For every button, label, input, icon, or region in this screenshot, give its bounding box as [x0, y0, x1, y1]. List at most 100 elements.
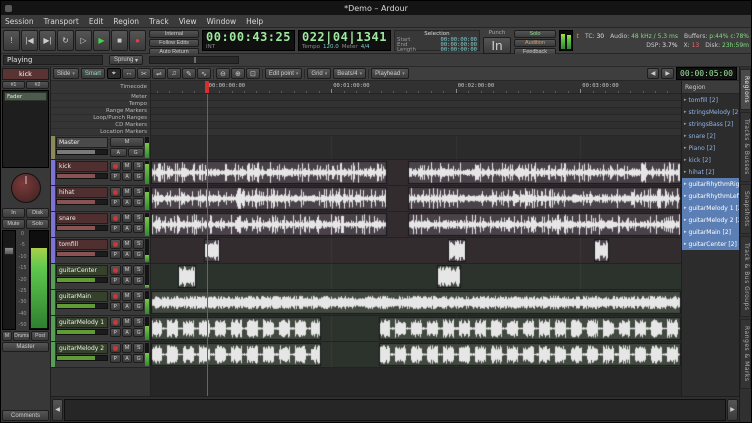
- track-s-button[interactable]: S: [133, 291, 144, 301]
- mute-button[interactable]: Mute: [2, 219, 25, 229]
- region-list-item[interactable]: ▸tomfill [2]: [682, 94, 739, 106]
- track-name-button[interactable]: tomfill: [56, 239, 108, 250]
- ruler-name-meter[interactable]: Meter: [51, 94, 150, 101]
- nudge-clock[interactable]: 00:00:05:00: [676, 67, 737, 80]
- strip-drums-button[interactable]: Drums: [13, 331, 31, 341]
- track-m-button[interactable]: M: [122, 291, 133, 301]
- track-lane[interactable]: [151, 290, 681, 315]
- clock-sync-source[interactable]: INT: [206, 44, 215, 51]
- tempo-value[interactable]: 120.0: [323, 44, 339, 51]
- menu-region[interactable]: Region: [113, 17, 139, 26]
- track-lane[interactable]: [151, 342, 681, 367]
- side-tab-ranges-marks[interactable]: Ranges & Marks: [740, 319, 751, 389]
- record-enable-button[interactable]: [110, 187, 121, 197]
- region-list-item[interactable]: ▸guitarCenter [2]: [682, 238, 739, 250]
- track-m-button[interactable]: M: [122, 239, 133, 249]
- track-p-button[interactable]: P: [110, 328, 121, 337]
- track-name-button[interactable]: hihat: [56, 187, 108, 198]
- strip-post-button[interactable]: Post: [31, 331, 49, 341]
- secondary-clock[interactable]: 022|04|1341 Tempo 120.0 Meter 4/4: [298, 30, 391, 51]
- side-tab-regions[interactable]: Regions: [740, 69, 751, 110]
- cut-tool[interactable]: ✂: [137, 68, 151, 79]
- ruler-name-range-markers[interactable]: Range Markers: [51, 108, 150, 115]
- track-gain-fader[interactable]: [56, 173, 108, 179]
- strip-m-button[interactable]: M: [2, 331, 12, 341]
- menu-track[interactable]: Track: [149, 17, 169, 26]
- track-header[interactable]: guitarMelody 2MSPAG: [51, 342, 151, 367]
- track-g-button[interactable]: G: [133, 276, 144, 285]
- main-clock[interactable]: 00:00:43:25 INT: [202, 30, 295, 51]
- track-waveform-canvas[interactable]: [151, 160, 681, 185]
- track-waveform-canvas[interactable]: [151, 136, 681, 159]
- region-list-item[interactable]: ▸guitarRhythmLeft: [682, 190, 739, 202]
- track-header[interactable]: tomfillMSPAG: [51, 238, 151, 263]
- ruler-name-loop-punch-ranges[interactable]: Loop/Punch Ranges: [51, 115, 150, 122]
- track-waveform-canvas[interactable]: [151, 342, 681, 367]
- track-header[interactable]: kickMSPAG: [51, 160, 151, 185]
- track-s-button[interactable]: S: [133, 187, 144, 197]
- play-selection-button[interactable]: ▷: [75, 30, 92, 51]
- track-m-button[interactable]: M: [122, 213, 133, 223]
- triangle-right-icon[interactable]: ▸: [684, 241, 687, 247]
- track-name-button[interactable]: guitarCenter: [56, 265, 108, 276]
- timecode-ruler[interactable]: 00:00:00:0000:01:00:0000:02:00:0000:03:0…: [151, 81, 681, 94]
- track-m-button[interactable]: M: [122, 343, 133, 353]
- summary-scroll-right-button[interactable]: ▶: [727, 399, 738, 421]
- track-s-button[interactable]: S: [133, 265, 144, 275]
- menu-window[interactable]: Window: [207, 17, 237, 26]
- gain-fader[interactable]: [2, 230, 16, 330]
- track-g-button[interactable]: G: [133, 172, 144, 181]
- track-lane[interactable]: [151, 186, 681, 211]
- goto-end-button[interactable]: ▶|: [39, 30, 56, 51]
- track-a-button[interactable]: A: [122, 224, 133, 233]
- record-enable-button[interactable]: [110, 161, 121, 171]
- track-p-button[interactable]: P: [110, 302, 121, 311]
- region-list-item[interactable]: ▸guitarMain [2]: [682, 226, 739, 238]
- track-name-button[interactable]: guitarMelody 1: [56, 317, 108, 328]
- menu-view[interactable]: View: [179, 17, 197, 26]
- track-m-button[interactable]: M: [122, 187, 133, 197]
- session-summary[interactable]: [64, 399, 726, 421]
- triangle-right-icon[interactable]: ▸: [684, 205, 687, 211]
- strip-io-button[interactable]: #1: [2, 81, 25, 89]
- track-s-button[interactable]: S: [133, 161, 144, 171]
- track-lane[interactable]: [151, 212, 681, 237]
- side-tab-snapshots[interactable]: Snapshots: [740, 184, 751, 234]
- track-waveform-canvas[interactable]: [151, 212, 681, 237]
- track-gain-fader[interactable]: [56, 329, 108, 335]
- track-g-button[interactable]: G: [133, 354, 144, 363]
- track-gain-fader[interactable]: [56, 199, 108, 205]
- triangle-right-icon[interactable]: ▸: [684, 133, 687, 139]
- audition-button[interactable]: Audition: [514, 39, 556, 47]
- play-button[interactable]: ▶: [93, 30, 110, 51]
- track-header[interactable]: MasterMAG: [51, 136, 151, 159]
- record-button[interactable]: ●: [129, 30, 146, 51]
- side-tab-track-bus-groups[interactable]: Track & Bus Groups: [740, 236, 751, 318]
- track-p-button[interactable]: P: [110, 250, 121, 259]
- region-list-item[interactable]: ▸guitarMelody 2 [2]: [682, 214, 739, 226]
- edit-mode-dropdown[interactable]: Slide▾: [53, 68, 79, 79]
- triangle-right-icon[interactable]: ▸: [684, 97, 687, 103]
- track-gain-fader[interactable]: [56, 355, 108, 361]
- track-p-button[interactable]: P: [110, 198, 121, 207]
- record-enable-button[interactable]: [110, 317, 121, 327]
- triangle-right-icon[interactable]: ▸: [684, 121, 687, 127]
- record-enable-button[interactable]: [110, 343, 121, 353]
- strip-name-button[interactable]: kick: [2, 68, 49, 80]
- grid-unit-dropdown[interactable]: Beats/4▾: [333, 68, 366, 79]
- monitor-in-button[interactable]: In: [2, 208, 25, 218]
- track-a-button[interactable]: A: [110, 148, 127, 157]
- grab-tool[interactable]: ⌖: [107, 68, 121, 79]
- range-tool[interactable]: ↔: [122, 68, 136, 79]
- track-a-button[interactable]: A: [122, 328, 133, 337]
- track-g-button[interactable]: G: [133, 198, 144, 207]
- triangle-right-icon[interactable]: ▸: [684, 193, 687, 199]
- monitor-disk-button[interactable]: Disk: [26, 208, 49, 218]
- triangle-right-icon[interactable]: ▸: [684, 229, 687, 235]
- menu-session[interactable]: Session: [5, 17, 34, 26]
- menu-transport[interactable]: Transport: [44, 17, 79, 26]
- track-m-button[interactable]: M: [110, 137, 144, 147]
- track-p-button[interactable]: P: [110, 354, 121, 363]
- zoom-out-button[interactable]: ⊖: [216, 68, 230, 79]
- summary-scroll-left-button[interactable]: ◀: [52, 399, 63, 421]
